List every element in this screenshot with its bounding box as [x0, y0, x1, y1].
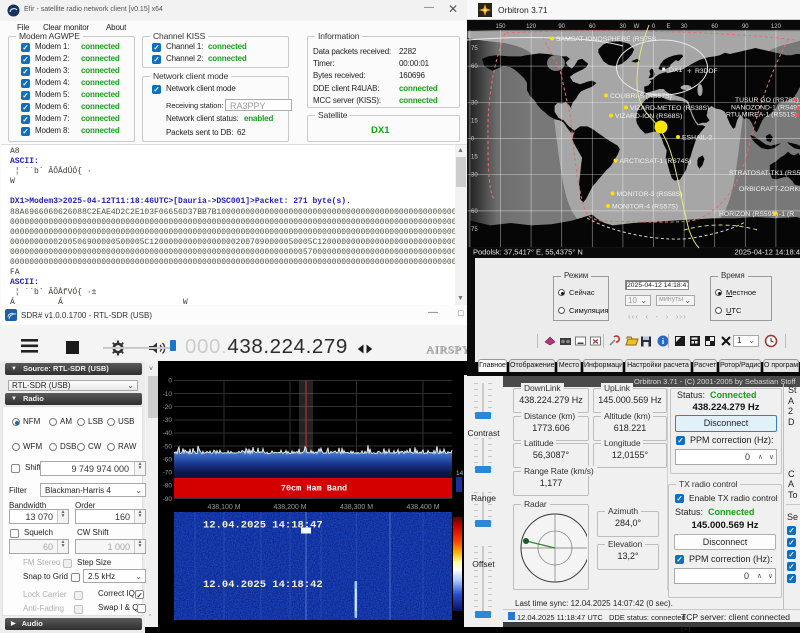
- svg-text:-50: -50: [163, 443, 173, 450]
- svg-text:30: 30: [620, 24, 627, 30]
- svg-text:-90: -90: [163, 496, 173, 503]
- svg-text:-10: -10: [163, 391, 173, 398]
- svg-text:VIZARD-ION (RS68S): VIZARD-ION (RS68S): [615, 113, 682, 120]
- svg-text:60: 60: [711, 24, 718, 30]
- svg-text:2025-04-12 14:18:4: 2025-04-12 14:18:4: [735, 248, 800, 257]
- svg-text:75: 75: [471, 227, 478, 233]
- svg-text:+: +: [687, 67, 692, 76]
- svg-text:60: 60: [471, 64, 478, 70]
- svg-text:60: 60: [589, 24, 596, 30]
- svg-text:438,400 M: 438,400 M: [406, 504, 439, 511]
- svg-text:TUSUR GO (RS78S): TUSUR GO (RS78S): [735, 97, 799, 104]
- svg-text:438,200 M: 438,200 M: [273, 504, 306, 511]
- svg-text:30: 30: [471, 173, 478, 179]
- svg-text:0: 0: [168, 378, 172, 385]
- svg-text:12.04.2025 14:18:47: 12.04.2025 14:18:47: [203, 520, 323, 532]
- svg-text:MONITOR-3 (RS58S): MONITOR-3 (RS58S): [617, 191, 683, 198]
- svg-text:HORIZON (RS59S): HORIZON (RS59S): [719, 211, 778, 218]
- svg-text:DX1: DX1: [669, 67, 682, 74]
- svg-text:30: 30: [681, 24, 688, 30]
- svg-text:75: 75: [471, 46, 478, 52]
- svg-text:MONITOR-4 (RS57S): MONITOR-4 (RS57S): [612, 204, 678, 211]
- svg-text:120: 120: [771, 24, 782, 30]
- svg-text:60: 60: [471, 209, 478, 215]
- svg-text:15: 15: [471, 118, 478, 124]
- svg-text:12.04.2025 14:18:42: 12.04.2025 14:18:42: [203, 579, 323, 591]
- svg-text:-30: -30: [163, 417, 173, 424]
- svg-text:-70: -70: [163, 470, 173, 477]
- svg-text:438,300 M: 438,300 M: [340, 504, 373, 511]
- svg-text:W: W: [634, 24, 640, 30]
- svg-text:14: 14: [456, 470, 464, 477]
- svg-text:-60: -60: [163, 456, 173, 463]
- svg-text:-40: -40: [163, 430, 173, 437]
- svg-text:E: E: [666, 24, 670, 30]
- svg-text:15: 15: [471, 155, 478, 161]
- svg-text:STRATOSAT-TK1 (RS5: STRATOSAT-TK1 (RS5: [729, 170, 800, 177]
- svg-text:RTU MIREA-1 (RS51S): RTU MIREA-1 (RS51S): [726, 112, 797, 119]
- svg-text:30: 30: [471, 100, 478, 106]
- svg-text:-80: -80: [163, 483, 173, 490]
- svg-text:-1 (R: -1 (R: [779, 211, 794, 218]
- svg-text:COLIBRI-S (RS57S): COLIBRI-S (RS57S): [610, 93, 672, 100]
- svg-text:438,100 M: 438,100 M: [207, 504, 240, 511]
- svg-text:90: 90: [742, 24, 749, 30]
- svg-text:-20: -20: [163, 404, 173, 411]
- svg-text:ARCTICSAT-1 (RS74S): ARCTICSAT-1 (RS74S): [620, 158, 692, 165]
- svg-text:ESHAIL-2: ESHAIL-2: [682, 135, 712, 142]
- svg-text:ORBICRAFT-ZORKI: ORBICRAFT-ZORKI: [739, 186, 800, 193]
- svg-text:SAMSAT-IONOSPHERE (RS75S: SAMSAT-IONOSPHERE (RS75S: [556, 36, 657, 43]
- svg-text:90: 90: [558, 24, 565, 30]
- svg-text:R3DDF: R3DDF: [695, 68, 718, 75]
- svg-text:VIZARD-METEO (RS38S): VIZARD-METEO (RS38S): [630, 105, 709, 112]
- svg-text:NANOZOND-1 (RS49S: NANOZOND-1 (RS49S: [731, 105, 800, 112]
- svg-text:120: 120: [526, 24, 537, 30]
- svg-text:150: 150: [495, 24, 506, 30]
- svg-text:70cm Ham Band: 70cm Ham Band: [281, 484, 347, 494]
- svg-text:Podolsk: 37,5417° E, 55,4375°: Podolsk: 37,5417° E, 55,4375° N: [473, 248, 583, 257]
